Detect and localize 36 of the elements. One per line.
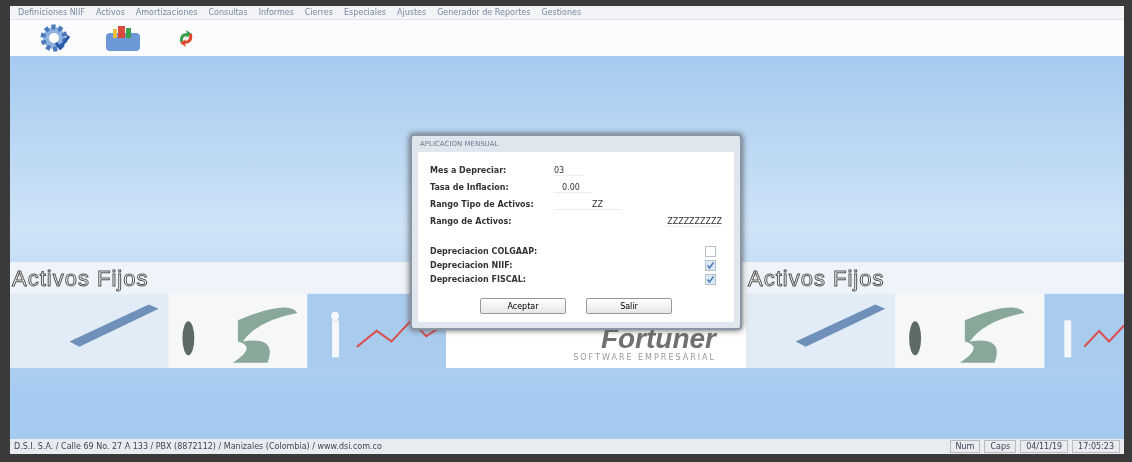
menu-item[interactable]: Informes bbox=[258, 8, 294, 17]
menu-item[interactable]: Generador de Reportes bbox=[437, 8, 531, 17]
menu-item[interactable]: Definiciones NIIF bbox=[18, 8, 85, 17]
banner-title: Activos Fijos bbox=[12, 266, 149, 292]
input-field[interactable]: ZZZZZZZZZZ bbox=[667, 216, 722, 227]
menu-item[interactable]: Amortizaciones bbox=[135, 8, 198, 17]
status-panel: Num bbox=[949, 440, 981, 453]
checkbox[interactable] bbox=[705, 245, 716, 257]
checkbox[interactable] bbox=[705, 259, 716, 271]
menu-item[interactable]: Especiales bbox=[343, 8, 386, 17]
checkbox-label: Depreciacion FISCAL: bbox=[430, 274, 528, 284]
status-panel: Caps bbox=[984, 440, 1017, 453]
menu-item[interactable]: Consultas bbox=[208, 8, 248, 17]
field-label: Mes a Depreciar: bbox=[430, 166, 508, 175]
gear-icon[interactable] bbox=[38, 23, 72, 53]
menu-item[interactable]: Ajustes bbox=[396, 8, 427, 17]
menu-item[interactable]: Activos bbox=[95, 8, 125, 17]
logo: Fortuner bbox=[600, 325, 716, 353]
checkbox-label: Depreciacion NIIF: bbox=[430, 260, 514, 270]
input-field[interactable]: 0.00 bbox=[554, 182, 592, 193]
checkbox[interactable] bbox=[705, 273, 716, 285]
field-label: Rango Tipo de Activos: bbox=[430, 200, 535, 209]
input-field[interactable]: ZZ bbox=[554, 199, 622, 210]
dialog-button[interactable]: Aceptar bbox=[480, 298, 566, 314]
status-text: D.S.I. S.A. / Calle 69 No. 27 A 133 / PBX (8872112) / Manizales (Colombia) / www.dsi.com.co bbox=[14, 442, 383, 451]
field-label: Tasa de Inflacion: bbox=[430, 183, 510, 192]
menu-item[interactable]: Cierres bbox=[304, 8, 333, 17]
banner-title: Activos Fijos bbox=[748, 266, 885, 292]
dialog-button[interactable]: Salir bbox=[586, 298, 672, 314]
menu-item[interactable]: Gestiones bbox=[541, 8, 582, 17]
checkbox-label: Depreciacion COLGAAP: bbox=[430, 246, 539, 256]
status-panel: 04/11/19 bbox=[1020, 440, 1069, 453]
status-panel: 17:05:23 bbox=[1072, 440, 1120, 453]
field-label: Rango de Activos: bbox=[430, 217, 513, 226]
logo-subtitle: SOFTWARE EMPRESARIAL bbox=[573, 353, 716, 362]
input-field[interactable]: 03 bbox=[554, 165, 584, 176]
